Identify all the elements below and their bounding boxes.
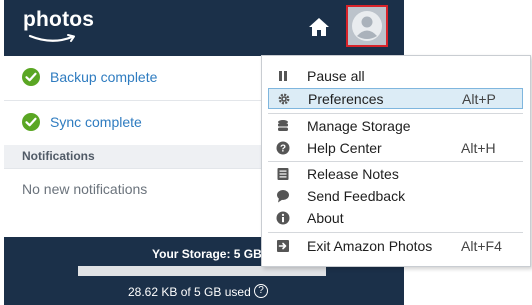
menu-item-about[interactable]: About [268, 208, 523, 229]
pause-icon [279, 71, 287, 81]
storage-used-text: 28.62 KB of 5 GB used [128, 285, 251, 299]
menu-item-label: About [307, 210, 344, 226]
home-icon [309, 18, 329, 36]
menu-item-label: Pause all [307, 68, 365, 84]
menu-item-label: Exit Amazon Photos [307, 238, 433, 254]
check-circle-icon [22, 68, 40, 86]
menu-item-pause-all[interactable]: Pause all [268, 66, 523, 87]
exit-icon [277, 240, 289, 252]
menu-item-shortcut: Alt+F4 [461, 238, 502, 254]
storage-title: Your Storage: 5 GB [152, 247, 262, 261]
menu-item-release-notes[interactable]: Release Notes [268, 164, 523, 185]
info-icon [276, 211, 290, 225]
menu-item-shortcut: Alt+P [462, 91, 496, 107]
backup-status-label[interactable]: Backup complete [50, 69, 157, 85]
check-circle-icon [22, 113, 40, 131]
menu-item-manage-storage[interactable]: Manage Storage [268, 116, 523, 137]
menu-separator [268, 232, 523, 233]
header-bar: photos [4, 0, 404, 56]
menu-item-label: Help Center [307, 140, 382, 156]
notifications-empty-text: No new notifications [22, 181, 148, 197]
menu-separator [268, 113, 523, 114]
account-dropdown-menu: Pause all Preferences Alt+P Manage Stora… [261, 55, 531, 267]
menu-item-help-center[interactable]: ? Help Center Alt+H [268, 138, 523, 159]
notifications-heading: Notifications [22, 149, 95, 163]
user-avatar-icon [352, 11, 382, 41]
menu-item-preferences[interactable]: Preferences Alt+P [268, 88, 523, 109]
database-icon [278, 120, 288, 131]
speech-bubble-icon [277, 190, 289, 203]
menu-item-label: Manage Storage [307, 118, 411, 134]
menu-item-label: Preferences [308, 91, 384, 107]
amazon-smile-icon [28, 34, 75, 42]
menu-separator [268, 161, 523, 162]
svg-text:?: ? [280, 144, 286, 155]
home-button[interactable] [307, 15, 331, 39]
notes-icon [277, 168, 289, 180]
menu-item-label: Send Feedback [307, 188, 406, 204]
gear-icon [278, 93, 290, 105]
account-menu-button[interactable] [346, 5, 388, 47]
menu-item-exit[interactable]: Exit Amazon Photos Alt+F4 [268, 236, 523, 257]
storage-progress-bar [78, 266, 326, 276]
sync-status-label[interactable]: Sync complete [50, 114, 142, 130]
question-circle-icon: ? [276, 141, 290, 155]
menu-item-shortcut: Alt+H [461, 140, 496, 156]
menu-item-label: Release Notes [307, 166, 399, 182]
help-icon[interactable]: ? [254, 284, 268, 298]
photos-logo: photos [23, 8, 95, 31]
menu-item-send-feedback[interactable]: Send Feedback [268, 186, 523, 207]
